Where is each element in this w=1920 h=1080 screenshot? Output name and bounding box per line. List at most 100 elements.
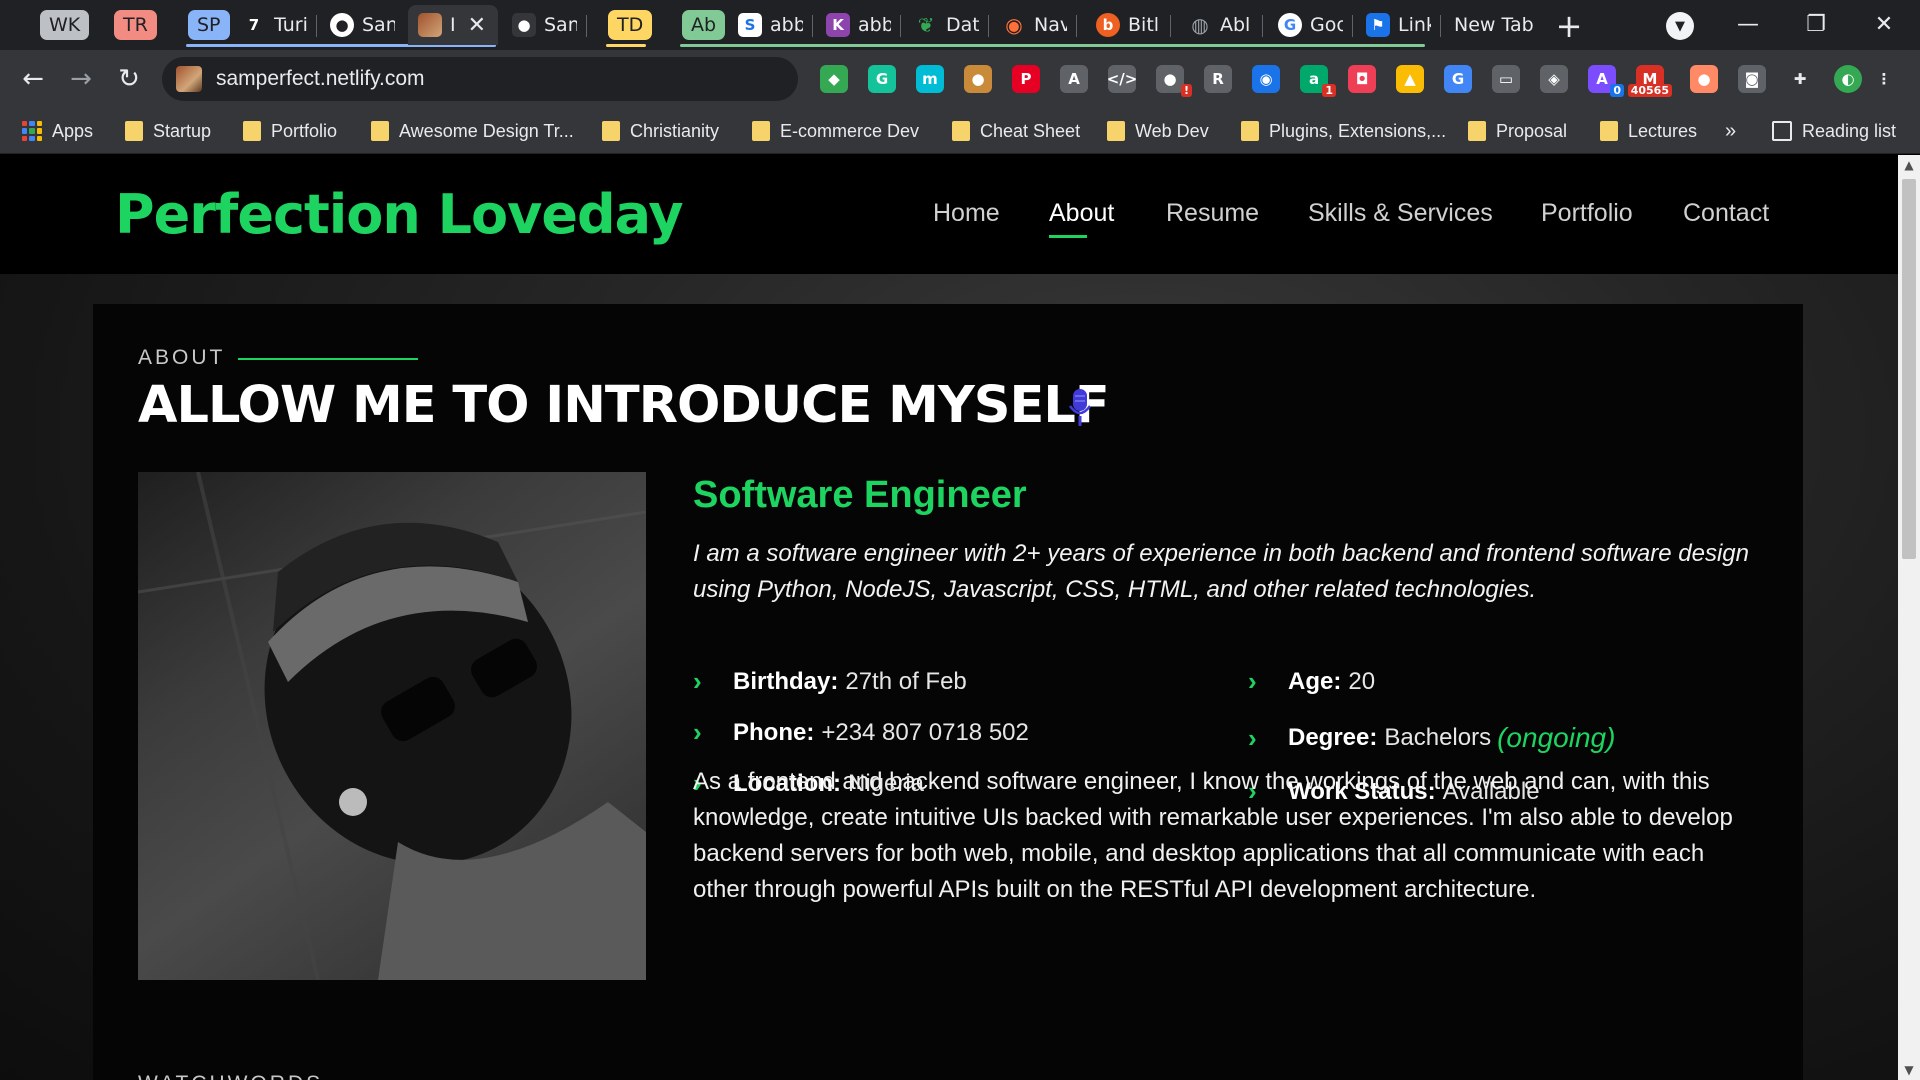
bookmark-label: Apps [52,120,94,141]
next-section-eyebrow: WATCHWORDS [138,1072,323,1080]
menu-kebab-icon[interactable]: ⋮ [1870,65,1898,93]
extension-glyph: </> [1106,70,1138,88]
tab-group-ab[interactable]: Ab [672,5,735,45]
microphone-icon [1068,389,1092,426]
minimize-button[interactable]: — [1728,8,1768,40]
profile-avatar-icon[interactable]: ◐ [1834,65,1862,93]
nav-home[interactable]: Home [933,199,1000,228]
tab-active-samperfect[interactable]: I ✕ [408,5,498,45]
section-heading: ALLOW ME TO INTRODUCE MYSELF [138,376,1110,435]
reading-list-button[interactable]: Reading list [1772,116,1896,146]
chevron-right-icon: › [693,666,702,696]
folder-icon [125,121,143,141]
extension-badge: 0 [1610,84,1624,97]
google-drive-icon[interactable]: ▲ [1396,65,1424,93]
m-extension-icon[interactable]: m [916,65,944,93]
google-translate-icon[interactable]: G [1444,65,1472,93]
cookie-icon[interactable]: ● [964,65,992,93]
fact-birthday: › Birthday: 27th of Feb [693,666,967,696]
reload-button[interactable]: ↻ [112,62,146,96]
close-window-button[interactable]: ✕ [1864,8,1904,40]
tab-group-sp[interactable]: SP [178,5,240,45]
new-tab-button[interactable]: + [1551,7,1587,45]
bookmark-plugins[interactable]: Plugins, Extensions,... [1241,116,1446,146]
printer-icon[interactable]: ▭ [1492,65,1520,93]
nav-resume[interactable]: Resume [1166,199,1259,228]
nav-about[interactable]: About [1049,199,1114,228]
bookmark-lectures[interactable]: Lectures [1600,116,1697,146]
tab-group-td[interactable]: TD [598,5,662,45]
nav-contact[interactable]: Contact [1683,199,1769,228]
tab-group-tr[interactable]: TR [104,5,167,45]
extensions-puzzle-icon[interactable]: ✚ [1786,65,1814,93]
bookmark-label: Plugins, Extensions,... [1269,120,1447,141]
tab-github[interactable]: ● San [320,5,405,45]
puzzle-helper-icon[interactable]: R [1204,65,1232,93]
extension-glyph: ◉ [1259,70,1273,88]
degree-status: (ongoing) [1497,722,1616,753]
tab-github-2[interactable]: ● San [502,5,587,45]
fact-age: › Age: 20 [1248,666,1376,696]
bookmark-awesome-design[interactable]: Awesome Design Tr... [371,116,574,146]
tab-dat[interactable]: ❦ Dat [904,5,989,45]
back-button[interactable]: ← [16,62,50,96]
location-pin-icon[interactable]: ◉ [1252,65,1280,93]
eyebrow-divider [238,358,418,360]
gmail-icon[interactable]: M 40565 [1627,65,1672,97]
bookmark-apps[interactable]: Apps [22,116,93,146]
tab-turing[interactable]: 7 Turi [232,5,317,45]
close-tab-icon[interactable]: ✕ [468,13,486,38]
code-icon[interactable]: </> [1106,65,1138,93]
tab-abb-2[interactable]: K abb [816,5,901,45]
ai-extension-icon[interactable]: A0 [1588,65,1624,97]
address-bar[interactable]: samperfect.netlify.com [162,57,798,101]
folder-icon [243,121,261,141]
colorzilla-icon[interactable]: ◆ [820,65,848,93]
tab-new-tab[interactable]: New Tab [1444,5,1544,45]
address-url[interactable]: samperfect.netlify.com [216,67,425,91]
tab-title: Bitl [1128,14,1160,36]
bookmark-proposal[interactable]: Proposal [1468,116,1567,146]
tab-search-button[interactable]: ▼ [1666,12,1694,40]
bookmark-label: Proposal [1496,120,1568,141]
scroll-down-icon[interactable]: ▼ [1898,1060,1920,1080]
camera-icon[interactable]: ◙ [1738,65,1766,93]
scroll-thumb[interactable] [1902,179,1916,559]
site-photo-icon [418,13,442,37]
extension-glyph: m [922,70,938,88]
a-extension-icon[interactable]: a1 [1300,65,1336,97]
bookmark-startup[interactable]: Startup [125,116,211,146]
scroll-up-icon[interactable]: ▲ [1898,155,1920,175]
folder-icon [602,121,620,141]
bookmark-portfolio[interactable]: Portfolio [243,116,337,146]
tab-link[interactable]: ⚑ Link [1356,5,1441,45]
tab-bitly[interactable]: b Bitl [1086,5,1171,45]
recorder-icon[interactable]: ●! [1156,65,1192,97]
tab-nav[interactable]: ◉ Nav [992,5,1077,45]
bookmark-ecommerce-dev[interactable]: E-commerce Dev [752,116,919,146]
site-favicon-icon [176,66,202,92]
translate-box-icon[interactable]: A [1060,65,1088,93]
nav-portfolio[interactable]: Portfolio [1541,199,1633,228]
tab-abl[interactable]: ◍ Abl [1178,5,1263,45]
nav-active-indicator [1049,235,1087,238]
restore-button[interactable]: ❐ [1796,8,1836,40]
site-brand[interactable]: Perfection Loveday [115,183,684,246]
page-scrollbar[interactable]: ▲ ▼ [1898,155,1920,1080]
tab-abb-1[interactable]: S abb [728,5,813,45]
tab-group-wk[interactable]: WK [30,5,99,45]
grammarly-icon[interactable]: G [868,65,896,93]
bitly-icon: b [1096,13,1120,37]
bookmark-cheat-sheet[interactable]: Cheat Sheet [952,116,1080,146]
bookmark-web-dev[interactable]: Web Dev [1107,116,1209,146]
capsule-icon[interactable]: ● [1690,65,1718,93]
tab-google[interactable]: G Goo [1268,5,1353,45]
shield-icon[interactable]: ◈ [1540,65,1568,93]
bookmarks-overflow-button[interactable]: » [1725,116,1736,146]
forward-button[interactable]: → [64,62,98,96]
bookmark-christianity[interactable]: Christianity [602,116,719,146]
pocket-icon[interactable]: ◘ [1348,65,1376,93]
pinterest-icon[interactable]: P [1012,65,1040,93]
extension-badge: 40565 [1627,84,1672,97]
nav-skills-services[interactable]: Skills & Services [1308,199,1493,228]
